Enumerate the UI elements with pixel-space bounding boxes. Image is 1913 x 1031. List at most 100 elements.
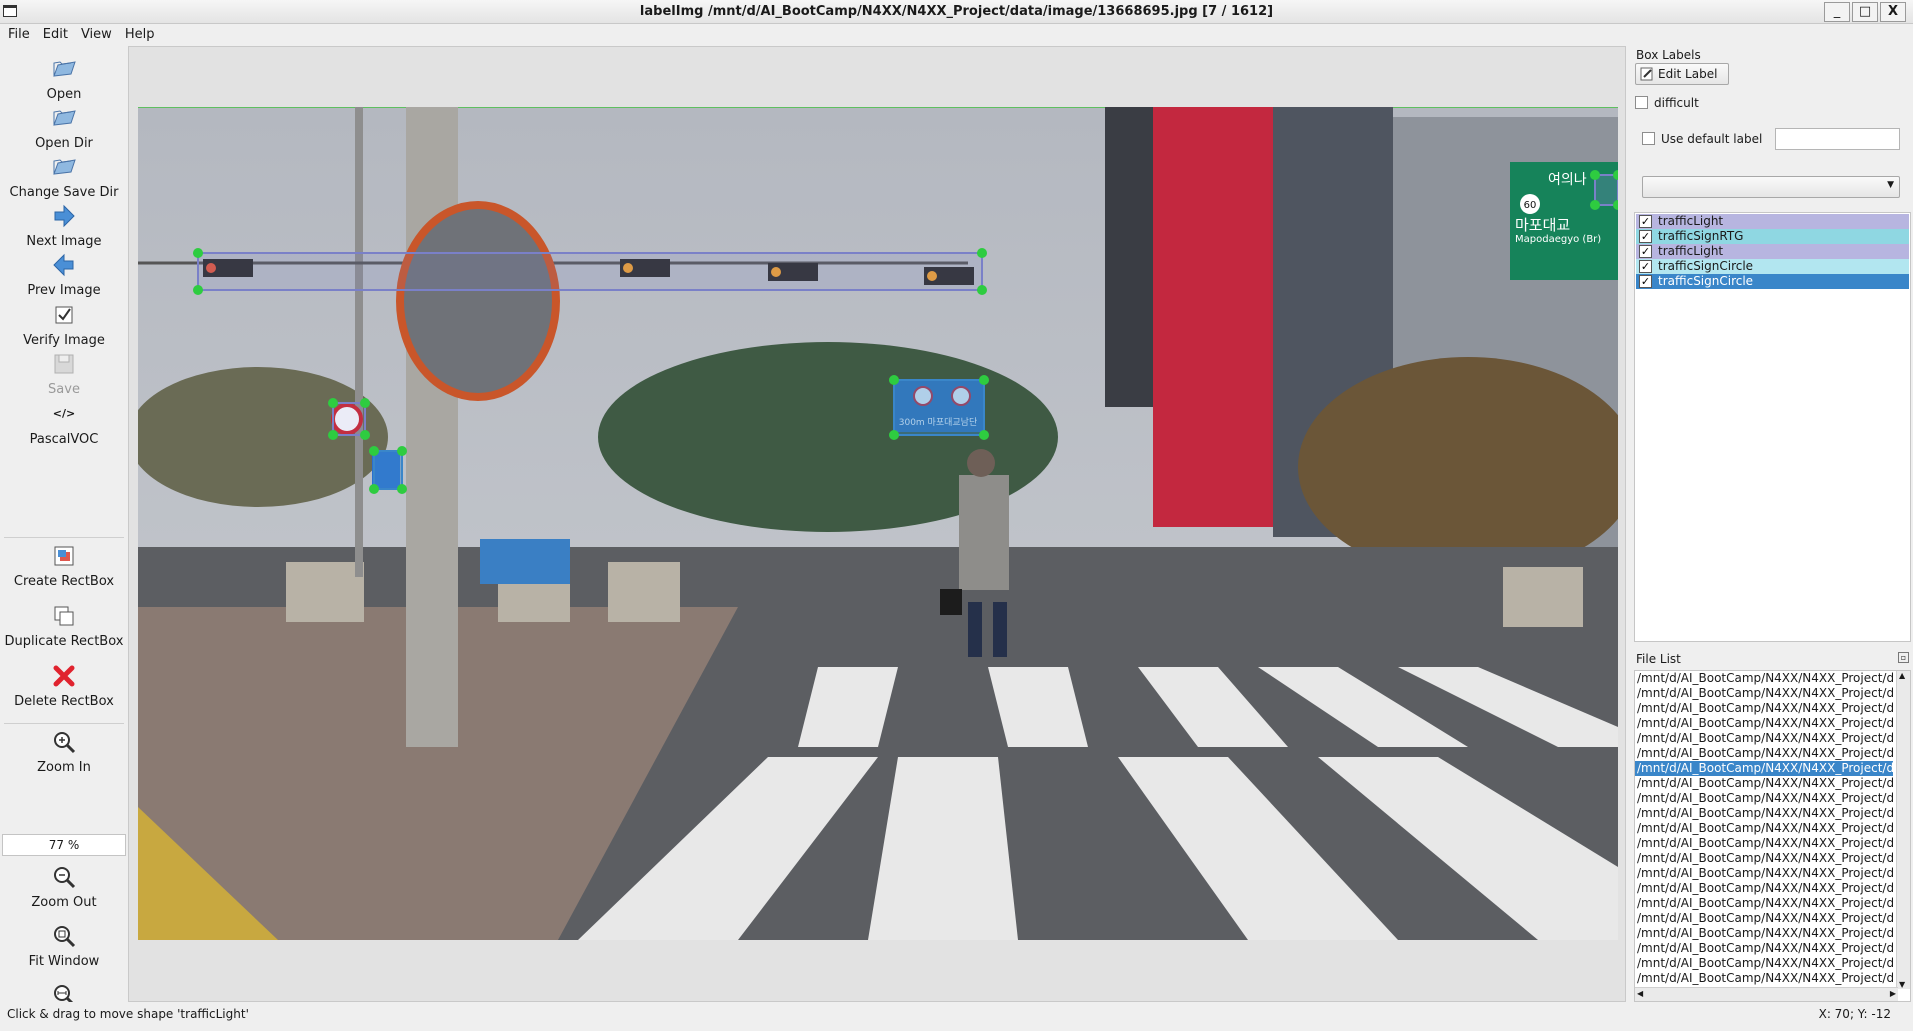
open-dir-button[interactable]: Open Dir [0, 105, 128, 151]
label-text: trafficSignRTG [1658, 229, 1744, 243]
label-text: trafficLight [1658, 214, 1724, 228]
label-item[interactable]: ✓ trafficSignCircle [1636, 259, 1909, 274]
file-list-item[interactable]: /mnt/d/AI_BootCamp/N4XX/N4XX_Project/d [1635, 701, 1893, 716]
label-checkbox[interactable]: ✓ [1639, 230, 1652, 243]
scroll-down-icon[interactable]: ▼ [1899, 980, 1905, 989]
open-button[interactable]: Open [0, 56, 128, 102]
zoom-out-icon [54, 867, 76, 889]
label-item[interactable]: ✓ trafficSignCircle [1636, 274, 1909, 289]
prev-image-label: Prev Image [27, 283, 101, 298]
scroll-left-icon[interactable]: ◀ [1637, 989, 1643, 998]
folder-open-icon [53, 110, 76, 126]
file-list-item[interactable]: /mnt/d/AI_BootCamp/N4XX/N4XX_Project/d [1635, 671, 1893, 686]
file-list-item[interactable]: /mnt/d/AI_BootCamp/N4XX/N4XX_Project/d [1635, 776, 1893, 791]
file-list-item[interactable]: /mnt/d/AI_BootCamp/N4XX/N4XX_Project/d [1635, 731, 1893, 746]
file-list-item[interactable]: /mnt/d/AI_BootCamp/N4XX/N4XX_Project/d [1635, 866, 1893, 881]
bbox-traffic-light-2[interactable] [1594, 174, 1618, 206]
zoom-in-button[interactable]: Zoom In [0, 729, 128, 775]
green-sign-speed: 60 [1524, 200, 1537, 211]
difficult-checkbox[interactable] [1635, 96, 1648, 109]
close-button[interactable]: X [1880, 2, 1906, 22]
use-default-label-checkbox[interactable] [1642, 132, 1655, 145]
create-rectbox-button[interactable]: Create RectBox [0, 543, 128, 589]
convex-mirror [396, 201, 560, 401]
label-checkbox[interactable]: ✓ [1639, 275, 1652, 288]
bbox-traffic-sign-rtg[interactable] [373, 450, 403, 490]
label-checkbox[interactable]: ✓ [1639, 245, 1652, 258]
minimize-button[interactable]: _ [1824, 2, 1850, 22]
zoom-value-field[interactable]: 77 % [2, 834, 126, 856]
horizontal-scrollbar[interactable]: ◀ ▶ [1635, 987, 1898, 1001]
undock-icon[interactable]: ▫ [1898, 652, 1909, 663]
file-list-item[interactable]: /mnt/d/AI_BootCamp/N4XX/N4XX_Project/d [1635, 896, 1893, 911]
verify-image-button[interactable]: Verify Image [0, 302, 128, 348]
delete-rectbox-label: Delete RectBox [14, 694, 114, 709]
file-list-item[interactable]: /mnt/d/AI_BootCamp/N4XX/N4XX_Project/d [1635, 941, 1893, 956]
open-label: Open [46, 87, 82, 102]
bbox-traffic-light-1[interactable] [197, 252, 983, 291]
label-item[interactable]: ✓ trafficLight [1636, 244, 1909, 259]
building-dark [1105, 107, 1153, 407]
fit-window-label: Fit Window [28, 954, 100, 969]
file-list-item[interactable]: /mnt/d/AI_BootCamp/N4XX/N4XX_Project/d [1635, 956, 1893, 971]
next-image-label: Next Image [26, 234, 102, 249]
fit-window-button[interactable]: Fit Window [0, 923, 128, 969]
file-list-item[interactable]: /mnt/d/AI_BootCamp/N4XX/N4XX_Project/d [1635, 686, 1893, 701]
prev-image-button[interactable]: Prev Image [0, 252, 128, 298]
copy-icon [54, 606, 74, 626]
arrow-right-icon [54, 204, 75, 228]
bbox-traffic-sign-circle[interactable] [332, 402, 366, 436]
edit-label-text: Edit Label [1658, 67, 1718, 81]
label-checkbox[interactable]: ✓ [1639, 215, 1652, 228]
file-list-item[interactable]: /mnt/d/AI_BootCamp/N4XX/N4XX_Project/d [1635, 746, 1893, 761]
verify-image-label: Verify Image [23, 333, 105, 348]
status-message: Click & drag to move shape 'trafficLight… [7, 1007, 249, 1021]
label-item[interactable]: ✓ trafficLight [1636, 214, 1909, 229]
label-checkbox[interactable]: ✓ [1639, 260, 1652, 273]
file-list-item[interactable]: /mnt/d/AI_BootCamp/N4XX/N4XX_Project/d [1635, 926, 1893, 941]
file-list-item[interactable]: /mnt/d/AI_BootCamp/N4XX/N4XX_Project/d [1635, 836, 1893, 851]
chevron-down-icon: ▼ [1887, 180, 1894, 190]
file-list-item[interactable]: /mnt/d/AI_BootCamp/N4XX/N4XX_Project/d [1635, 761, 1893, 776]
menu-help[interactable]: Help [117, 24, 160, 42]
label-dropdown[interactable]: ▼ [1642, 176, 1900, 198]
menu-file[interactable]: File [0, 24, 35, 42]
save-button[interactable]: Save [0, 351, 128, 397]
file-list-item[interactable]: /mnt/d/AI_BootCamp/N4XX/N4XX_Project/d [1635, 911, 1893, 926]
label-text: trafficSignCircle [1658, 274, 1754, 288]
change-save-dir-button[interactable]: Change Save Dir [0, 154, 128, 200]
building-red [1153, 107, 1273, 527]
bbox-traffic-sign-circle-selected[interactable] [893, 379, 985, 436]
duplicate-rectbox-label: Duplicate RectBox [4, 634, 124, 649]
difficult-label: difficult [1654, 96, 1699, 110]
annotated-photo[interactable]: 300m 마포대교남단 여의나 60 마포대교 Mapodaegyo (Br) [138, 107, 1618, 940]
menu-view[interactable]: View [73, 24, 117, 42]
file-list-item[interactable]: /mnt/d/AI_BootCamp/N4XX/N4XX_Project/d [1635, 791, 1893, 806]
zoom-out-button[interactable]: Zoom Out [0, 864, 128, 910]
planter [608, 562, 680, 622]
file-list-item[interactable]: /mnt/d/AI_BootCamp/N4XX/N4XX_Project/d [1635, 851, 1893, 866]
maximize-button[interactable]: □ [1852, 2, 1878, 22]
next-image-button[interactable]: Next Image [0, 203, 128, 249]
duplicate-rectbox-button[interactable]: Duplicate RectBox [0, 603, 128, 649]
file-list-item[interactable]: /mnt/d/AI_BootCamp/N4XX/N4XX_Project/d [1635, 971, 1893, 986]
box-labels-title: Box Labels [1636, 48, 1701, 62]
format-button[interactable]: </> PascalVOC [0, 401, 128, 447]
scroll-up-icon[interactable]: ▲ [1899, 671, 1905, 680]
edit-label-button[interactable]: Edit Label [1635, 63, 1729, 85]
delete-rectbox-button[interactable]: Delete RectBox [0, 663, 128, 709]
label-item[interactable]: ✓ trafficSignRTG [1636, 229, 1909, 244]
zoom-in-icon [54, 732, 76, 754]
file-list-item[interactable]: /mnt/d/AI_BootCamp/N4XX/N4XX_Project/d [1635, 821, 1893, 836]
file-list-item[interactable]: /mnt/d/AI_BootCamp/N4XX/N4XX_Project/d [1635, 716, 1893, 731]
code-icon: </> [52, 407, 76, 420]
default-label-input[interactable] [1775, 128, 1900, 150]
menu-edit[interactable]: Edit [35, 24, 73, 42]
menu-bar: File Edit View Help [0, 24, 1913, 46]
vertical-scrollbar[interactable]: ▲ ▼ [1896, 671, 1910, 989]
scroll-right-icon[interactable]: ▶ [1890, 989, 1896, 998]
file-list-item[interactable]: /mnt/d/AI_BootCamp/N4XX/N4XX_Project/d [1635, 806, 1893, 821]
file-list-item[interactable]: /mnt/d/AI_BootCamp/N4XX/N4XX_Project/d [1635, 881, 1893, 896]
green-sign-english: Mapodaegyo (Br) [1515, 234, 1601, 245]
file-list-title: File List [1636, 652, 1681, 666]
